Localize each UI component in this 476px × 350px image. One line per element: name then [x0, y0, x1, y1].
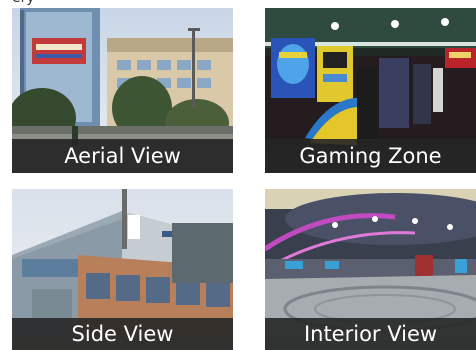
tile-caption-side-view: Side View [12, 318, 233, 350]
cut-off-heading: ery [12, 0, 52, 6]
gallery-tile-gaming-zone[interactable]: Gaming Zone [265, 8, 476, 173]
gallery-tile-interior-view[interactable]: Interior View [265, 189, 476, 350]
tile-caption-interior-view: Interior View [265, 318, 476, 350]
gallery-tile-side-view[interactable]: Side View [12, 189, 233, 350]
gallery-page: ery [0, 0, 476, 350]
cut-off-heading-text: ery [12, 0, 35, 5]
tile-caption-gaming-zone: Gaming Zone [265, 139, 476, 173]
gallery-tile-aerial-view[interactable]: Aerial View [12, 8, 233, 173]
tile-caption-aerial-view: Aerial View [12, 139, 233, 173]
